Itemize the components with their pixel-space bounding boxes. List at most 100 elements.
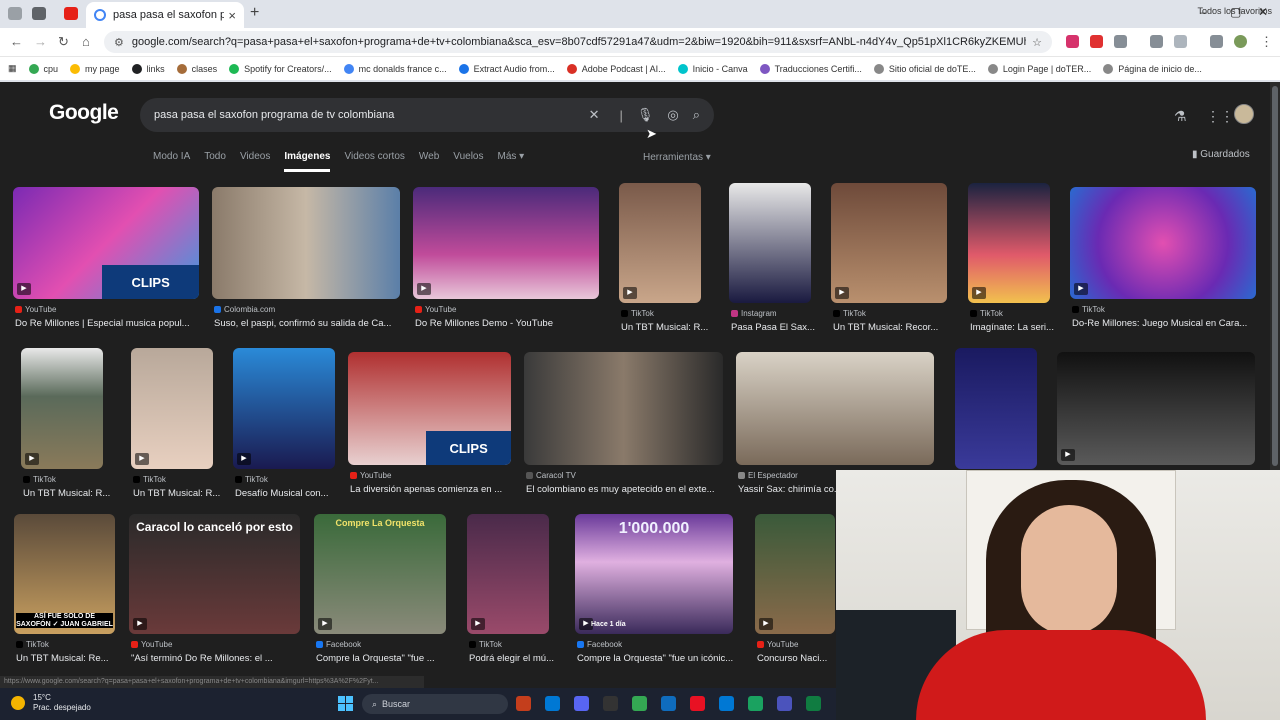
bookmark-item[interactable]: Inicio - Canva	[677, 63, 748, 74]
bookmark-item[interactable]: Extract Audio from...	[458, 63, 555, 74]
google-logo[interactable]: Google	[49, 101, 119, 125]
result-source[interactable]: Facebook	[316, 640, 361, 649]
image-result[interactable]: ▶ TikTok Un TBT Musical: R...	[619, 183, 708, 337]
account-avatar[interactable]	[1234, 104, 1254, 124]
image-result[interactable]: ▶ TikTok Un TBT Musical: Recor...	[831, 183, 947, 337]
result-title[interactable]: Suso, el paspi, confirmó su salida de Ca…	[214, 318, 404, 329]
bookmark-item[interactable]: links	[131, 63, 165, 74]
result-source[interactable]: TikTok	[970, 309, 1003, 318]
profile-avatar[interactable]	[1234, 35, 1247, 48]
result-title[interactable]: Compre la Orquesta" "fue un icónic...	[577, 653, 767, 664]
search-input[interactable]: pasa pasa el saxofon programa de tv colo…	[154, 109, 575, 121]
sidepanel-icon[interactable]	[1174, 35, 1187, 48]
result-source[interactable]: YouTube	[131, 640, 172, 649]
bookmark-star-icon[interactable]: ☆	[1032, 36, 1042, 49]
bookmark-item[interactable]: mc donalds france c...	[343, 63, 447, 74]
result-thumbnail[interactable]: ▶ Compre La Orquesta	[314, 514, 446, 634]
search-icon[interactable]: ⌕	[693, 107, 700, 123]
image-result[interactable]: ▶ 1'000.000 Hace 1 día Facebook Compre la Or…	[575, 514, 733, 668]
tab-icon-2[interactable]	[32, 7, 46, 20]
result-thumbnail[interactable]: ▶	[1057, 352, 1255, 465]
extension-icon-2[interactable]	[1090, 35, 1103, 48]
bookmark-item[interactable]: cpu	[28, 63, 58, 74]
labs-flask-icon[interactable]: ⚗	[1174, 108, 1187, 125]
taskbar-app-icon[interactable]	[748, 696, 763, 711]
address-bar[interactable]: ⚙ google.com/search?q=pasa+pasa+el+saxof…	[104, 31, 1052, 53]
result-thumbnail[interactable]: ▶	[968, 183, 1050, 303]
result-title[interactable]: La diversión apenas comienza en ...	[350, 484, 540, 495]
start-button[interactable]	[338, 696, 353, 711]
tab-active[interactable]: pasa pasa el saxofon programa ×	[86, 2, 244, 28]
taskbar-app-icon[interactable]	[777, 696, 792, 711]
extension-icon-1[interactable]	[1066, 35, 1079, 48]
image-result[interactable]: ▶ Caracol lo canceló por esto YouTube "Así …	[129, 514, 300, 668]
result-source[interactable]: YouTube	[350, 471, 391, 480]
reload-icon[interactable]: ↻	[58, 34, 69, 50]
youtube-tab-icon[interactable]	[64, 7, 78, 20]
image-result[interactable]: Caracol TV El colombiano es muy apetecido…	[524, 352, 723, 499]
tab-videos[interactable]: Videos	[240, 150, 270, 172]
tab-todo[interactable]: Todo	[204, 150, 226, 172]
image-result[interactable]: ▶ Compre La Orquesta Facebook Compre la Orq…	[314, 514, 446, 668]
microphone-icon[interactable]: 🎙	[637, 107, 654, 123]
image-result[interactable]: ▶ TikTok Imagínate: La seri...	[968, 183, 1054, 337]
result-thumbnail[interactable]: CLIPS	[348, 352, 511, 465]
bookmark-item[interactable]: my page	[70, 63, 120, 74]
taskbar-app-icon[interactable]	[574, 696, 589, 711]
new-tab-icon[interactable]: +	[250, 4, 259, 22]
result-thumbnail[interactable]	[212, 187, 400, 299]
bookmark-item[interactable]: Sitio oficial de doTE...	[873, 63, 976, 74]
image-result[interactable]: ▶ TikTok Un TBT Musical: R...	[21, 348, 110, 503]
result-source[interactable]: Instagram	[731, 309, 777, 318]
clear-icon[interactable]: ✕	[589, 107, 600, 123]
result-thumbnail[interactable]: ▶	[619, 183, 701, 303]
taskbar-app-icon[interactable]	[806, 696, 821, 711]
result-source[interactable]: El Espectador	[738, 471, 798, 480]
result-thumbnail[interactable]	[955, 348, 1037, 469]
extensions-puzzle-icon[interactable]	[1114, 35, 1127, 48]
result-thumbnail[interactable]: ▶	[413, 187, 599, 299]
taskbar-app-icon[interactable]	[690, 696, 705, 711]
scrollbar-thumb[interactable]	[1272, 86, 1278, 466]
tab-web[interactable]: Web	[419, 150, 439, 172]
result-title[interactable]: El colombiano es muy apetecido en el ext…	[526, 484, 725, 495]
result-source[interactable]: TikTok	[235, 475, 268, 484]
image-result[interactable]: ▶ YouTube Do Re Millones Demo - YouTube	[413, 187, 599, 333]
forward-icon[interactable]: →	[34, 34, 47, 49]
weather-sun-icon[interactable]	[11, 696, 25, 710]
taskbar-app-icon[interactable]	[632, 696, 647, 711]
close-tab-icon[interactable]: ×	[228, 8, 236, 23]
download-icon[interactable]	[1150, 35, 1163, 48]
bookmark-item[interactable]: Página de inicio de...	[1103, 63, 1202, 74]
result-thumbnail[interactable]: ▶ Caracol lo canceló por esto	[129, 514, 300, 634]
result-source[interactable]: TikTok	[23, 475, 56, 484]
menu-dots-icon[interactable]: ⋮	[1260, 34, 1273, 50]
result-thumbnail[interactable]: ▶	[1070, 187, 1256, 299]
result-source[interactable]: TikTok	[469, 640, 502, 649]
search-box[interactable]: pasa pasa el saxofon programa de tv colo…	[140, 98, 714, 132]
tools-button[interactable]: Herramientas ▾	[643, 152, 711, 163]
tab-icon-1[interactable]	[8, 7, 22, 20]
bookmark-item[interactable]: Adobe Podcast | AI...	[566, 63, 666, 74]
bookmark-item[interactable]: Login Page | doTER...	[987, 63, 1091, 74]
image-result[interactable]: ▶ TikTok Un TBT Musical: R...	[131, 348, 220, 503]
lens-icon[interactable]: ◎	[667, 107, 678, 123]
taskbar-app-icon[interactable]	[603, 696, 618, 711]
result-source[interactable]: TikTok	[133, 475, 166, 484]
result-thumbnail[interactable]: ▶	[755, 514, 835, 634]
result-thumbnail[interactable]: ▶	[467, 514, 549, 634]
bookmark-item[interactable]: Spotify for Creators/...	[229, 63, 332, 74]
result-source[interactable]: Colombia.com	[214, 305, 275, 314]
image-result[interactable]: ▶ TikTok Podrá elegir el mú...	[467, 514, 554, 668]
result-thumbnail[interactable]	[736, 352, 934, 465]
taskbar-app-icon[interactable]	[661, 696, 676, 711]
taskbar-app-icon[interactable]	[719, 696, 734, 711]
media-icon[interactable]	[1210, 35, 1223, 48]
apps-grid-icon[interactable]: ▦	[8, 63, 17, 74]
image-result[interactable]: CLIPS YouTube La diversión apenas comienza…	[348, 352, 511, 499]
taskbar-app-icon[interactable]	[516, 696, 531, 711]
image-result[interactable]: ASÍ FUE SOLO DE SAXOFÓN ✓ JUAN GABRIEL Ti…	[14, 514, 115, 668]
result-source[interactable]: TikTok	[833, 309, 866, 318]
result-title[interactable]: Do Re Millones Demo - YouTube	[415, 318, 605, 329]
result-source[interactable]: TikTok	[1072, 305, 1105, 314]
